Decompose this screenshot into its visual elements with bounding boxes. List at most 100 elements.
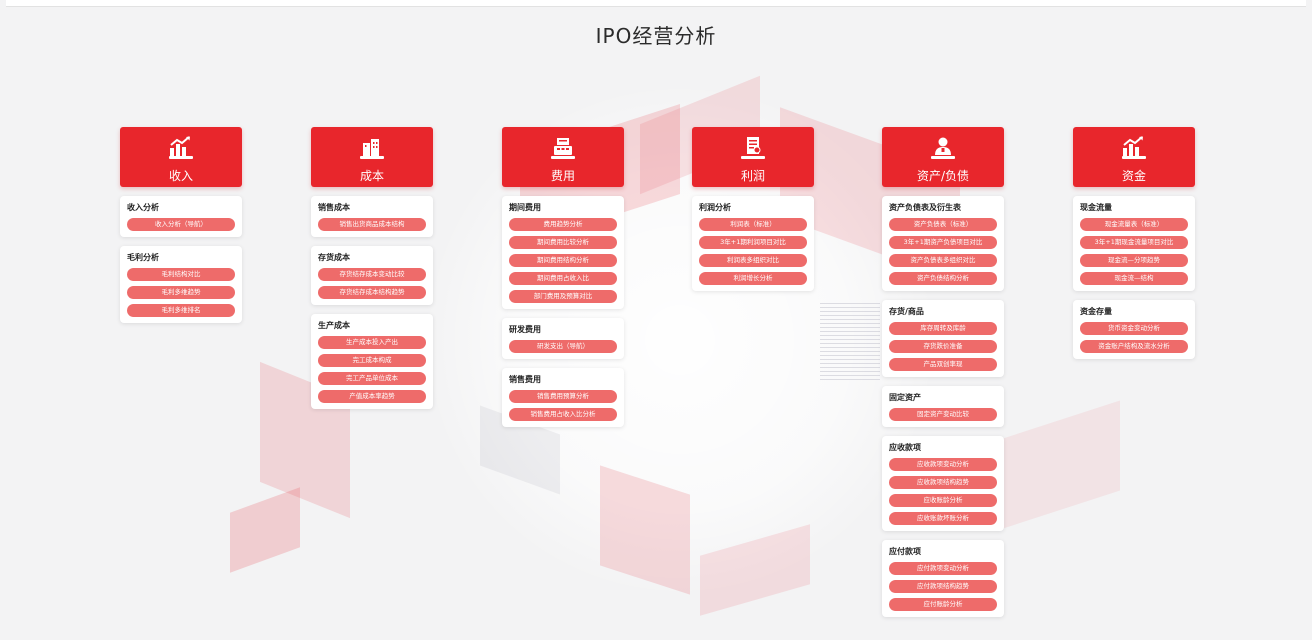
- report-link-button[interactable]: 存货跌价准备: [889, 340, 997, 353]
- section-title: 毛利分析: [127, 253, 159, 262]
- report-link-button[interactable]: 完工产品单位成本: [318, 372, 426, 385]
- profit-report-icon: [739, 135, 767, 161]
- section-title: 收入分析: [127, 203, 159, 212]
- report-link-button[interactable]: 应付款项结构趋势: [889, 580, 997, 593]
- expense-register-icon: [549, 135, 577, 161]
- report-link-button[interactable]: 存货结存成本结构趋势: [318, 286, 426, 299]
- report-link-button[interactable]: 销售费用占收入比分析: [509, 408, 617, 421]
- section-title: 应付款项: [889, 547, 921, 556]
- report-link-button[interactable]: 毛利多维排名: [127, 304, 235, 317]
- report-link-button[interactable]: 利润表多组织对比: [699, 254, 807, 267]
- module-column-expense: 费用期间费用费用趋势分析 期间费用比较分析 期间费用结构分析 期间费用占收入比 部门费用…: [502, 127, 624, 427]
- section-card: 固定资产固定资产变动比较: [882, 386, 1004, 427]
- report-link-button[interactable]: 库存周转及库龄: [889, 322, 997, 335]
- report-link-button[interactable]: 收入分析（导航）: [127, 218, 235, 231]
- module-header-expense[interactable]: 费用: [502, 127, 624, 187]
- section-title: 生产成本: [318, 321, 350, 330]
- module-column-revenue: 收入收入分析收入分析（导航） 毛利分析毛利结构对比 毛利多维趋势 毛利多维排名: [120, 127, 242, 323]
- module-header-cost[interactable]: 成本: [311, 127, 433, 187]
- report-link-button[interactable]: 应收款项结构趋势: [889, 476, 997, 489]
- section-title: 应收款项: [889, 443, 921, 452]
- report-link-button[interactable]: 现金流—分项趋势: [1080, 254, 1188, 267]
- report-link-button[interactable]: 现金流—结构: [1080, 272, 1188, 285]
- section-card: 销售成本销售出货商品成本结构: [311, 196, 433, 237]
- module-title: 费用: [550, 169, 575, 183]
- section-title: 研发费用: [509, 325, 541, 334]
- report-link-button[interactable]: 应付账龄分析: [889, 598, 997, 611]
- module-title: 利润: [740, 169, 765, 183]
- section-card: 资产负债表及衍生表资产负债表（标准） 3年+1期资产负债项目对比 资产负债表多组织对…: [882, 196, 1004, 291]
- report-link-button[interactable]: 期间费用结构分析: [509, 254, 617, 267]
- report-link-button[interactable]: 货币资金变动分析: [1080, 322, 1188, 335]
- section-card: 存货成本存货结存成本变动比较 存货结存成本结构趋势: [311, 246, 433, 305]
- module-header-assets[interactable]: 资产/负债: [882, 127, 1004, 187]
- cost-building-icon: [358, 135, 386, 161]
- report-link-button[interactable]: 资产负债表（标准）: [889, 218, 997, 231]
- section-card: 现金流量现金流量表（标准） 3年+1期现金流量项目对比 现金流—分项趋势 现金流—结构: [1073, 196, 1195, 291]
- section-card: 收入分析收入分析（导航）: [120, 196, 242, 237]
- report-link-button[interactable]: 利润增长分析: [699, 272, 807, 285]
- section-title: 利润分析: [699, 203, 731, 212]
- module-column-funds: 资金现金流量现金流量表（标准） 3年+1期现金流量项目对比 现金流—分项趋势 现金流—…: [1073, 127, 1195, 359]
- report-link-button[interactable]: 销售费用预算分析: [509, 390, 617, 403]
- report-link-button[interactable]: 资产负债表多组织对比: [889, 254, 997, 267]
- report-link-button[interactable]: 应收款项变动分析: [889, 458, 997, 471]
- report-link-button[interactable]: 部门费用及预算对比: [509, 290, 617, 303]
- section-card: 期间费用费用趋势分析 期间费用比较分析 期间费用结构分析 期间费用占收入比 部门费用及预…: [502, 196, 624, 309]
- report-link-button[interactable]: 期间费用比较分析: [509, 236, 617, 249]
- top-border: [6, 0, 1306, 7]
- report-link-button[interactable]: 毛利多维趋势: [127, 286, 235, 299]
- section-card: 利润分析利润表（标准） 3年+1期利润项目对比 利润表多组织对比 利润增长分析: [692, 196, 814, 291]
- module-column-assets: 资产/负债资产负债表及衍生表资产负债表（标准） 3年+1期资产负债项目对比 资产负债…: [882, 127, 1004, 617]
- report-link-button[interactable]: 存货结存成本变动比较: [318, 268, 426, 281]
- section-title: 销售成本: [318, 203, 350, 212]
- section-card: 资金存量货币资金变动分析 资金账户结构及流水分析: [1073, 300, 1195, 359]
- report-link-button[interactable]: 研发支出（导航）: [509, 340, 617, 353]
- revenue-chart-icon: [167, 135, 195, 161]
- report-link-button[interactable]: 完工成本构成: [318, 354, 426, 367]
- report-link-button[interactable]: 期间费用占收入比: [509, 272, 617, 285]
- report-link-button[interactable]: 现金流量表（标准）: [1080, 218, 1188, 231]
- section-title: 资金存量: [1080, 307, 1112, 316]
- module-title: 成本: [359, 169, 384, 183]
- assets-person-icon: [929, 135, 957, 161]
- report-link-button[interactable]: 固定资产变动比较: [889, 408, 997, 421]
- section-title: 现金流量: [1080, 203, 1112, 212]
- report-link-button[interactable]: 费用趋势分析: [509, 218, 617, 231]
- module-header-profit[interactable]: 利润: [692, 127, 814, 187]
- section-card: 生产成本生产成本投入产出 完工成本构成 完工产品单位成本 产值成本率趋势: [311, 314, 433, 409]
- report-link-button[interactable]: 3年+1期利润项目对比: [699, 236, 807, 249]
- report-link-button[interactable]: 毛利结构对比: [127, 268, 235, 281]
- section-title: 存货/商品: [889, 307, 924, 316]
- report-link-button[interactable]: 应收账款坏账分析: [889, 512, 997, 525]
- section-title: 存货成本: [318, 253, 350, 262]
- section-card: 存货/商品库存周转及库龄 存货跌价准备 产品双创率现: [882, 300, 1004, 377]
- report-link-button[interactable]: 产品双创率现: [889, 358, 997, 371]
- section-card: 应收款项应收款项变动分析 应收款项结构趋势 应收账龄分析 应收账款坏账分析: [882, 436, 1004, 531]
- report-link-button[interactable]: 资产负债结构分析: [889, 272, 997, 285]
- module-header-revenue[interactable]: 收入: [120, 127, 242, 187]
- report-link-button[interactable]: 利润表（标准）: [699, 218, 807, 231]
- module-title: 收入: [168, 169, 193, 183]
- report-link-button[interactable]: 应收账龄分析: [889, 494, 997, 507]
- module-header-funds[interactable]: 资金: [1073, 127, 1195, 187]
- module-title: 资产/负债: [916, 169, 970, 183]
- module-column-cost: 成本销售成本销售出货商品成本结构存货成本存货结存成本变动比较 存货结存成本结构趋势…: [311, 127, 433, 409]
- section-card: 毛利分析毛利结构对比 毛利多维趋势 毛利多维排名: [120, 246, 242, 323]
- section-title: 销售费用: [509, 375, 541, 384]
- report-link-button[interactable]: 应付款项变动分析: [889, 562, 997, 575]
- section-card: 应付款项应付款项变动分析 应付款项结构趋势 应付账龄分析: [882, 540, 1004, 617]
- section-title: 固定资产: [889, 393, 921, 402]
- page-title: IPO经营分析: [595, 24, 717, 48]
- report-link-button[interactable]: 资金账户结构及流水分析: [1080, 340, 1188, 353]
- report-link-button[interactable]: 3年+1期资产负债项目对比: [889, 236, 997, 249]
- report-link-button[interactable]: 销售出货商品成本结构: [318, 218, 426, 231]
- section-title: 期间费用: [509, 203, 541, 212]
- funds-chart-icon: [1120, 135, 1148, 161]
- module-column-profit: 利润利润分析利润表（标准） 3年+1期利润项目对比 利润表多组织对比 利润增长分析: [692, 127, 814, 291]
- module-title: 资金: [1121, 169, 1146, 183]
- section-title: 资产负债表及衍生表: [889, 203, 961, 212]
- report-link-button[interactable]: 产值成本率趋势: [318, 390, 426, 403]
- report-link-button[interactable]: 3年+1期现金流量项目对比: [1080, 236, 1188, 249]
- report-link-button[interactable]: 生产成本投入产出: [318, 336, 426, 349]
